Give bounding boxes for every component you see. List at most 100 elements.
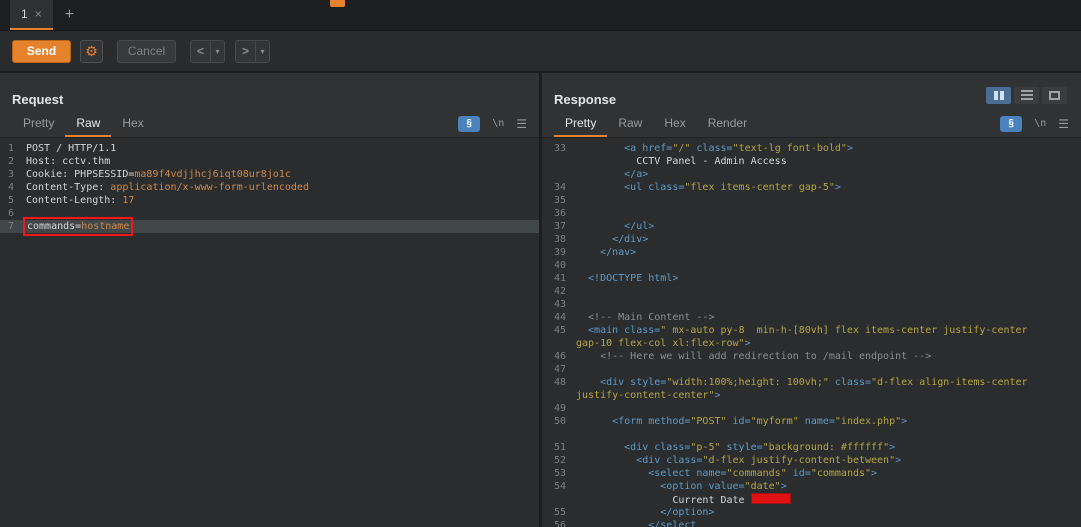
line-number: 39: [542, 246, 572, 259]
tab-pretty[interactable]: Pretty: [554, 110, 607, 137]
show-nonprintable-button[interactable]: \n: [1034, 118, 1046, 129]
code-line: 39 </nav>: [542, 246, 1081, 259]
code-line: 7 commands=hostname: [0, 220, 539, 233]
tab-hex[interactable]: Hex: [653, 110, 696, 137]
cancel-button[interactable]: Cancel: [117, 40, 176, 63]
line-number: 48: [542, 376, 572, 389]
show-nonprintable-button[interactable]: \n: [492, 118, 504, 129]
menu-icon: ☰: [516, 117, 527, 131]
code-text: [572, 285, 576, 298]
code-text: commands=hostname: [22, 220, 130, 233]
line-number: 53: [542, 467, 572, 480]
line-number: 52: [542, 454, 572, 467]
page-title-request: Request: [12, 92, 63, 107]
code-text: [572, 428, 576, 441]
line-number: [542, 337, 572, 350]
settings-button[interactable]: ⚙: [80, 40, 103, 63]
request-panel: Request PrettyRawHex § \n ☰ 1POST / HTTP…: [0, 73, 539, 527]
code-line: 48 <div style="width:100%;height: 100vh;…: [542, 376, 1081, 389]
code-line: 53 <select name="commands" id="commands"…: [542, 467, 1081, 480]
code-text: [572, 402, 576, 415]
tab-raw[interactable]: Raw: [607, 110, 653, 137]
line-number: 45: [542, 324, 572, 337]
caret-down-icon: ▾: [260, 47, 264, 56]
code-line: 36: [542, 207, 1081, 220]
columns-icon: [994, 91, 1004, 100]
response-tabs: PrettyRawHexRender: [554, 110, 758, 137]
line-number: 1: [0, 142, 22, 155]
annotation-box: commands=hostname: [26, 220, 130, 233]
close-icon[interactable]: ×: [35, 7, 42, 21]
line-number: 51: [542, 441, 572, 454]
layout-single-pane-button[interactable]: [1042, 87, 1067, 104]
code-line: 5Content-Length: 17: [0, 194, 539, 207]
response-editor-icons: § \n ☰: [1000, 110, 1069, 137]
line-number: 37: [542, 220, 572, 233]
code-line: 1POST / HTTP/1.1: [0, 142, 539, 155]
editor-menu-button[interactable]: ☰: [516, 117, 527, 131]
code-text: [572, 207, 576, 220]
editor-menu-button[interactable]: ☰: [1058, 117, 1069, 131]
tab-render[interactable]: Render: [697, 110, 758, 137]
repeater-tab-1[interactable]: 1 ×: [10, 0, 53, 30]
request-tabs: PrettyRawHex: [12, 110, 155, 137]
request-editor-icons: § \n ☰: [458, 110, 527, 137]
code-line: 46 <!-- Here we will add redirection to …: [542, 350, 1081, 363]
code-text: Content-Type: application/x-www-form-url…: [22, 181, 309, 194]
code-line: 52 <div class="d-flex justify-content-be…: [542, 454, 1081, 467]
redaction-box: [751, 493, 791, 504]
back-button[interactable]: <: [190, 40, 211, 63]
page-title-response: Response: [554, 92, 616, 107]
request-editor[interactable]: 1POST / HTTP/1.12Host: cctv.thm3Cookie: …: [0, 138, 539, 527]
code-text: <!-- Main Content -->: [572, 311, 714, 324]
code-text: </select: [572, 519, 696, 527]
line-number: 36: [542, 207, 572, 220]
code-line: 35: [542, 194, 1081, 207]
code-line: 45 <main class=" mx-auto py-8 min-h-[80v…: [542, 324, 1081, 337]
line-number: 3: [0, 168, 22, 181]
code-text: <!-- Here we will add redirection to /ma…: [572, 350, 931, 363]
code-text: [572, 298, 576, 311]
line-number: 43: [542, 298, 572, 311]
line-number: 7: [0, 220, 22, 233]
forward-button[interactable]: >: [235, 40, 256, 63]
code-line: justify-content-center">: [542, 389, 1081, 402]
prettify-button[interactable]: §: [458, 116, 480, 132]
line-number: 49: [542, 402, 572, 415]
code-line: 34 <ul class="flex items-center gap-5">: [542, 181, 1081, 194]
code-line: 2Host: cctv.thm: [0, 155, 539, 168]
tab-label: 1: [21, 7, 28, 21]
prettify-button[interactable]: §: [1000, 116, 1022, 132]
code-text: justify-content-center">: [572, 389, 721, 402]
code-line: 43: [542, 298, 1081, 311]
response-editor[interactable]: 33 <a href="/" class="text-lg font-bold"…: [542, 138, 1081, 527]
code-text: <!DOCTYPE html>: [572, 272, 678, 285]
line-number: 4: [0, 181, 22, 194]
line-number: 55: [542, 506, 572, 519]
layout-stacked-button[interactable]: [1014, 87, 1039, 104]
code-text: Current Date: [572, 493, 791, 506]
code-text: <option value="date">: [572, 480, 787, 493]
response-panel: Response PrettyRawHexRender §: [542, 73, 1081, 527]
add-tab-button[interactable]: +: [53, 0, 86, 30]
forward-history-dropdown[interactable]: ▾: [255, 40, 270, 63]
back-history-dropdown[interactable]: ▾: [210, 40, 225, 63]
send-button[interactable]: Send: [12, 40, 71, 63]
line-number: [542, 168, 572, 181]
layout-side-by-side-button[interactable]: [986, 87, 1011, 104]
code-text: <form method="POST" id="myform" name="in…: [572, 415, 907, 428]
tab-raw[interactable]: Raw: [65, 110, 111, 137]
code-text: [572, 363, 576, 376]
line-number: 46: [542, 350, 572, 363]
code-line: 51 <div class="p-5" style="background: #…: [542, 441, 1081, 454]
tab-pretty[interactable]: Pretty: [12, 110, 65, 137]
code-line: 55 </option>: [542, 506, 1081, 519]
code-text: Content-Length: 17: [22, 194, 134, 207]
tab-hex[interactable]: Hex: [111, 110, 154, 137]
code-text: </a>: [572, 168, 648, 181]
code-line: 33 <a href="/" class="text-lg font-bold"…: [542, 142, 1081, 155]
code-text: POST / HTTP/1.1: [22, 142, 116, 155]
code-text: <select name="commands" id="commands">: [572, 467, 877, 480]
repeater-tab-bar: 1 × +: [0, 0, 1081, 31]
line-number: 33: [542, 142, 572, 155]
